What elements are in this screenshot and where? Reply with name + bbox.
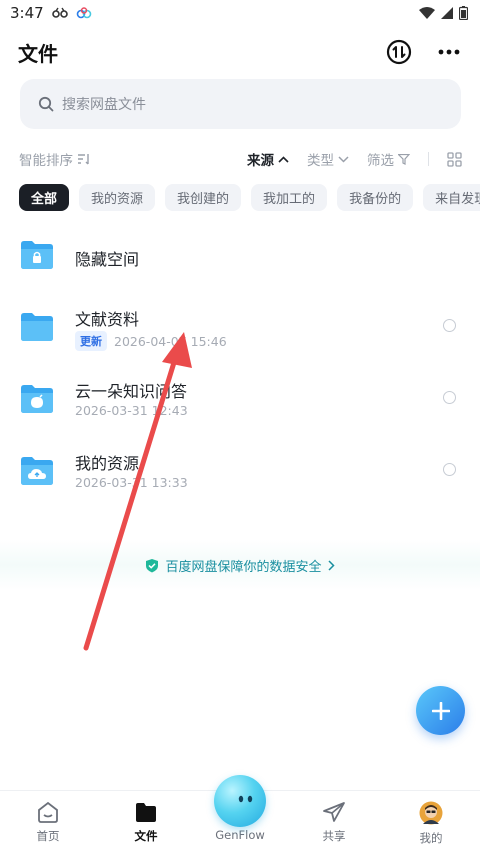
select-radio[interactable] xyxy=(443,391,456,404)
file-name: 文献资料 xyxy=(75,310,140,329)
add-button[interactable] xyxy=(416,686,465,735)
transfer-icon[interactable] xyxy=(386,39,412,65)
chip-processed[interactable]: 我加工的 xyxy=(251,184,328,211)
chip-backed-up[interactable]: 我备份的 xyxy=(337,184,414,211)
sort-icon xyxy=(78,154,89,165)
list-item[interactable]: 隐藏空间 xyxy=(0,228,480,290)
nav-profile[interactable]: 我的 xyxy=(396,801,466,846)
category-chips: 全部 我的资源 我创建的 我加工的 我备份的 来自发现 xyxy=(19,184,480,212)
select-radio[interactable] xyxy=(443,463,456,476)
nav-share[interactable]: 共享 xyxy=(299,801,369,844)
file-date: 2026-03-31 13:33 xyxy=(75,475,188,490)
chip-all[interactable]: 全部 xyxy=(19,184,70,211)
list-item[interactable]: 云一朵知识问答 2026-03-31 12:43 xyxy=(0,372,480,434)
status-right xyxy=(419,6,468,20)
cloud-folder-icon xyxy=(21,457,53,485)
filter-source-label: 来源 xyxy=(247,153,274,169)
smart-sort-label: 智能排序 xyxy=(19,153,73,169)
chevron-down-icon xyxy=(338,155,349,163)
select-radio[interactable] xyxy=(443,319,456,332)
lock-folder-icon xyxy=(21,241,53,269)
chip-created[interactable]: 我创建的 xyxy=(165,184,242,211)
header: 文件 xyxy=(0,34,480,70)
avatar xyxy=(419,801,443,825)
search-placeholder: 搜索网盘文件 xyxy=(62,97,146,113)
nav-share-label: 共享 xyxy=(322,829,346,843)
security-notice[interactable]: 百度网盘保障你的数据安全 xyxy=(0,540,480,590)
wifi-icon xyxy=(419,7,435,19)
nav-genflow[interactable]: GenFlow xyxy=(205,828,275,842)
list-item[interactable]: 文献资料 更新 2026-04-07 15:46 xyxy=(0,300,480,362)
chip-my-resources[interactable]: 我的资源 xyxy=(79,184,156,211)
update-badge: 更新 xyxy=(75,331,107,351)
file-name: 云一朵知识问答 xyxy=(75,382,188,401)
nav-files[interactable]: 文件 xyxy=(111,801,181,844)
nav-files-label: 文件 xyxy=(134,829,158,843)
filter-source[interactable]: 来源 xyxy=(247,149,289,169)
filter-screen[interactable]: 筛选 xyxy=(367,149,410,169)
grid-view-icon[interactable] xyxy=(447,151,462,167)
file-date: 2026-03-31 12:43 xyxy=(75,403,188,418)
search-icon xyxy=(38,96,54,112)
status-time: 3:47 xyxy=(10,4,44,22)
list-item[interactable]: 我的资源 2026-03-31 13:33 xyxy=(0,444,480,506)
file-meta: 2026-03-31 13:33 xyxy=(75,475,188,490)
file-meta: 2026-03-31 12:43 xyxy=(75,403,188,418)
filter-type[interactable]: 类型 xyxy=(307,149,349,169)
file-date: 2026-04-07 15:46 xyxy=(114,333,227,349)
filter-screen-label: 筛选 xyxy=(367,153,394,169)
file-name: 隐藏空间 xyxy=(75,250,140,269)
security-text: 百度网盘保障你的数据安全 xyxy=(165,559,322,575)
divider xyxy=(428,152,429,166)
nav-genflow-label: GenFlow xyxy=(215,828,265,842)
more-icon[interactable] xyxy=(438,49,460,55)
filter-icon xyxy=(398,153,410,165)
genflow-mascot-icon[interactable] xyxy=(214,775,266,827)
chevron-right-icon xyxy=(327,559,335,571)
baidu-cloud-icon xyxy=(76,7,91,19)
knowledge-folder-icon xyxy=(21,385,53,413)
share-icon xyxy=(323,802,345,822)
signal-icon xyxy=(441,7,453,19)
status-left: 3:47 xyxy=(10,4,92,22)
filter-group: 来源 类型 筛选 xyxy=(247,149,462,169)
glasses-icon xyxy=(51,7,68,18)
nav-profile-label: 我的 xyxy=(419,831,443,845)
header-actions xyxy=(386,39,460,65)
home-icon xyxy=(38,801,58,823)
plus-icon xyxy=(431,701,450,720)
files-icon xyxy=(136,803,156,822)
chip-from-discover[interactable]: 来自发现 xyxy=(423,184,480,211)
folder-icon xyxy=(21,313,53,341)
battery-icon xyxy=(459,6,468,20)
sort-row: 智能排序 来源 类型 筛选 xyxy=(0,146,480,172)
chevron-up-icon xyxy=(278,155,289,163)
nav-home-label: 首页 xyxy=(36,829,60,843)
page-title: 文件 xyxy=(18,41,58,66)
smart-sort-button[interactable]: 智能排序 xyxy=(19,149,91,169)
search-input[interactable]: 搜索网盘文件 xyxy=(20,79,461,129)
mascot-face-icon xyxy=(238,795,253,803)
nav-home[interactable]: 首页 xyxy=(13,801,83,844)
file-meta: 更新 2026-04-07 15:46 xyxy=(75,331,227,351)
filter-type-label: 类型 xyxy=(307,153,334,169)
shield-icon xyxy=(146,558,159,572)
file-name: 我的资源 xyxy=(75,454,140,473)
status-bar: 3:47 xyxy=(0,0,480,26)
